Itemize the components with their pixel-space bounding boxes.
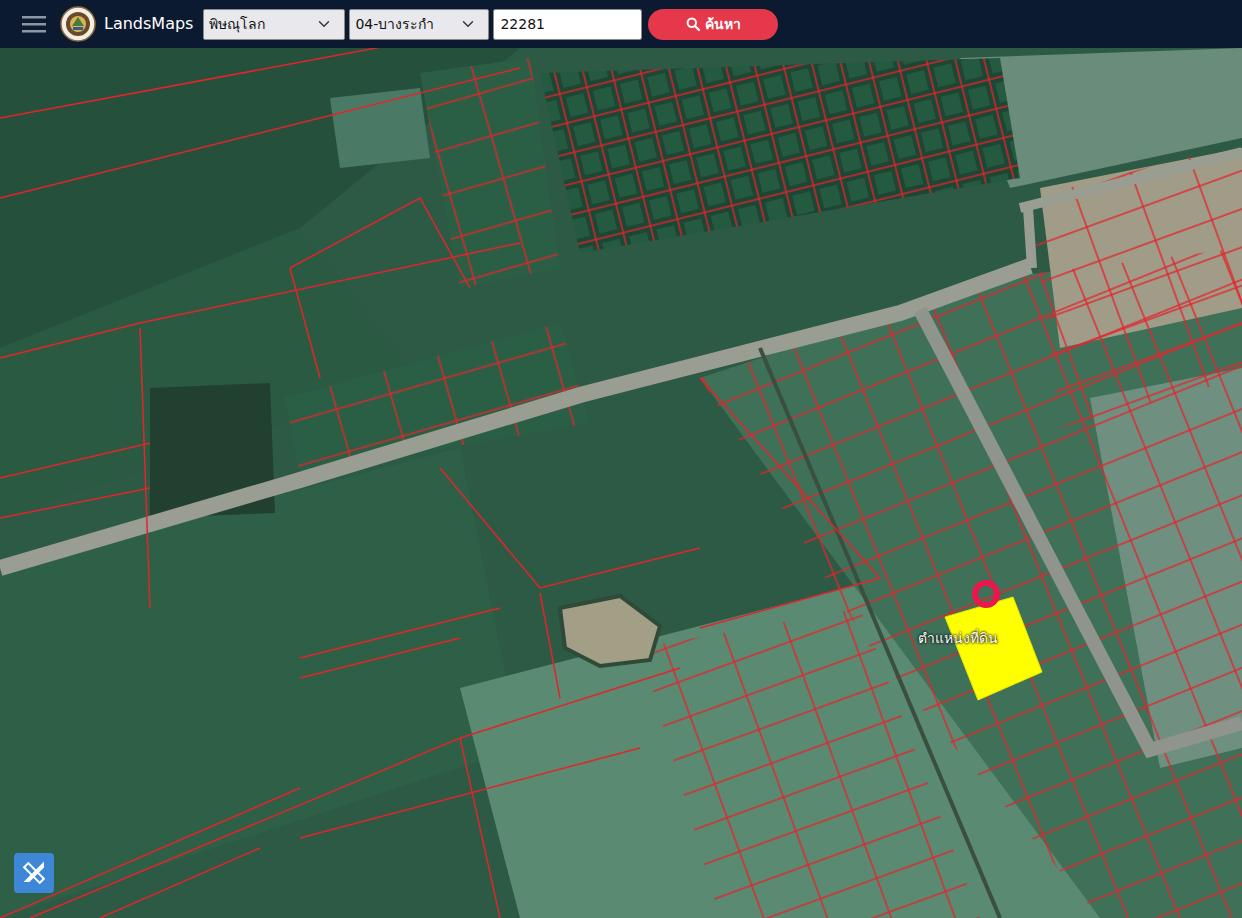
parcel-number-input[interactable] [493,9,642,40]
brand: LandsMaps [104,12,193,36]
selected-parcel[interactable] [945,597,1042,700]
top-bar: LandsMaps พิษณุโลก 04-บางระกำ ค้นหา [0,0,1242,48]
measure-tool-button[interactable] [14,853,54,893]
district-select[interactable]: 04-บางระกำ [349,9,489,40]
ruler-pencil-icon [21,860,47,886]
dol-logo-icon [60,6,96,42]
parcel-label: ตำแหน่งที่ดิน [918,628,998,649]
map[interactable]: ตำแหน่งที่ดิน [0,48,1242,918]
search-label: ค้นหา [705,14,741,35]
province-select[interactable]: พิษณุโลก [203,9,345,40]
search-button[interactable]: ค้นหา [648,9,778,40]
menu-icon[interactable] [20,13,48,35]
satellite-map[interactable] [0,48,1242,918]
location-pin-icon[interactable] [972,580,1000,608]
search-icon [686,17,700,31]
